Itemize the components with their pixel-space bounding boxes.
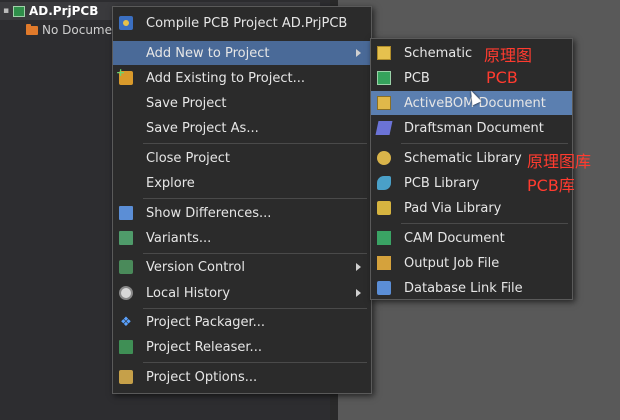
submenu-schematic[interactable]: Schematic bbox=[371, 41, 572, 65]
submenu-arrow-icon bbox=[356, 263, 361, 271]
menu-label: Variants... bbox=[146, 230, 212, 246]
pcb-project-icon bbox=[13, 5, 25, 17]
menu-variants[interactable]: Variants... bbox=[113, 226, 371, 250]
database-link-icon bbox=[377, 281, 391, 295]
menu-label: Schematic bbox=[404, 45, 473, 61]
annotation-pcb: PCB bbox=[486, 68, 518, 87]
menu-label: CAM Document bbox=[404, 230, 505, 246]
annotation-pcb-library: PCB库 bbox=[527, 176, 575, 195]
menu-separator bbox=[401, 223, 568, 224]
draftsman-icon bbox=[375, 121, 393, 135]
menu-separator bbox=[401, 143, 568, 144]
compile-icon bbox=[119, 16, 133, 30]
dropbox-icon: ❖ bbox=[120, 314, 132, 330]
schematic-icon bbox=[377, 46, 391, 60]
version-control-icon bbox=[119, 260, 133, 274]
cam-document-icon bbox=[377, 231, 391, 245]
menu-add-new-to-project[interactable]: Add New to Project bbox=[113, 41, 371, 65]
project-name: AD.PrjPCB bbox=[29, 4, 99, 18]
menu-separator bbox=[143, 253, 367, 254]
menu-explore[interactable]: Explore bbox=[113, 171, 371, 195]
menu-save-project[interactable]: Save Project bbox=[113, 91, 371, 115]
folder-icon bbox=[26, 23, 38, 35]
menu-label: Schematic Library bbox=[404, 150, 522, 166]
pad-via-library-icon bbox=[377, 201, 391, 215]
menu-project-releaser[interactable]: Project Releaser... bbox=[113, 335, 371, 359]
menu-label: Database Link File bbox=[404, 280, 523, 296]
tree-child-label: No Documen bbox=[42, 23, 120, 37]
menu-label: Project Packager... bbox=[146, 314, 266, 330]
releaser-icon bbox=[119, 340, 133, 354]
menu-local-history[interactable]: Local History bbox=[113, 281, 371, 305]
menu-show-differences[interactable]: Show Differences... bbox=[113, 201, 371, 225]
menu-label: Local History bbox=[146, 285, 231, 301]
menu-separator bbox=[143, 308, 367, 309]
menu-close-project[interactable]: Close Project bbox=[113, 146, 371, 170]
menu-label: Save Project As... bbox=[146, 120, 259, 136]
menu-label: Add Existing to Project... bbox=[146, 70, 305, 86]
submenu-arrow-icon bbox=[356, 49, 361, 57]
menu-version-control[interactable]: Version Control bbox=[113, 255, 371, 279]
submenu-output-job-file[interactable]: Output Job File bbox=[371, 251, 572, 275]
menu-separator bbox=[143, 362, 367, 363]
menu-separator bbox=[143, 143, 367, 144]
project-tree-child[interactable]: No Documen bbox=[26, 21, 120, 39]
menu-project-options[interactable]: Project Options... bbox=[113, 365, 371, 389]
annotation-schematic: 原理图 bbox=[484, 46, 533, 65]
project-context-menu: Compile PCB Project AD.PrjPCB Add New to… bbox=[112, 6, 372, 394]
menu-label: Explore bbox=[146, 175, 195, 191]
menu-label: Compile PCB Project AD.PrjPCB bbox=[146, 15, 348, 31]
show-differences-icon bbox=[119, 206, 133, 220]
annotation-schematic-library: 原理图库 bbox=[527, 152, 592, 171]
menu-label: Show Differences... bbox=[146, 205, 272, 221]
collapse-icon[interactable]: ▪ bbox=[3, 6, 13, 16]
menu-label: Save Project bbox=[146, 95, 227, 111]
submenu-pcb[interactable]: PCB bbox=[371, 66, 572, 90]
local-history-icon bbox=[119, 286, 133, 300]
menu-separator bbox=[143, 198, 367, 199]
options-icon bbox=[119, 370, 133, 384]
menu-label: Add New to Project bbox=[146, 45, 270, 61]
menu-label: Output Job File bbox=[404, 255, 500, 271]
submenu-database-link-file[interactable]: Database Link File bbox=[371, 276, 572, 300]
schematic-library-icon bbox=[377, 151, 391, 165]
menu-label: Version Control bbox=[146, 259, 245, 275]
menu-label: Project Releaser... bbox=[146, 339, 262, 355]
pcb-icon bbox=[377, 71, 391, 85]
submenu-arrow-icon bbox=[356, 289, 361, 297]
variants-icon bbox=[119, 231, 133, 245]
menu-label: Close Project bbox=[146, 150, 231, 166]
output-job-icon bbox=[377, 256, 391, 270]
activebom-icon bbox=[377, 96, 391, 110]
menu-compile[interactable]: Compile PCB Project AD.PrjPCB bbox=[113, 11, 371, 35]
menu-label: Draftsman Document bbox=[404, 120, 544, 136]
menu-project-packager[interactable]: ❖ Project Packager... bbox=[113, 310, 371, 334]
pcb-library-icon bbox=[377, 176, 391, 190]
menu-label: PCB Library bbox=[404, 175, 480, 191]
submenu-pad-via-library[interactable]: Pad Via Library bbox=[371, 196, 572, 220]
submenu-cam-document[interactable]: CAM Document bbox=[371, 226, 572, 250]
menu-label: Project Options... bbox=[146, 369, 258, 385]
add-existing-icon bbox=[116, 66, 133, 85]
menu-add-existing[interactable]: Add Existing to Project... bbox=[113, 66, 371, 90]
menu-save-project-as[interactable]: Save Project As... bbox=[113, 116, 371, 140]
submenu-draftsman[interactable]: Draftsman Document bbox=[371, 116, 572, 140]
menu-label: PCB bbox=[404, 70, 430, 86]
menu-label: Pad Via Library bbox=[404, 200, 502, 216]
